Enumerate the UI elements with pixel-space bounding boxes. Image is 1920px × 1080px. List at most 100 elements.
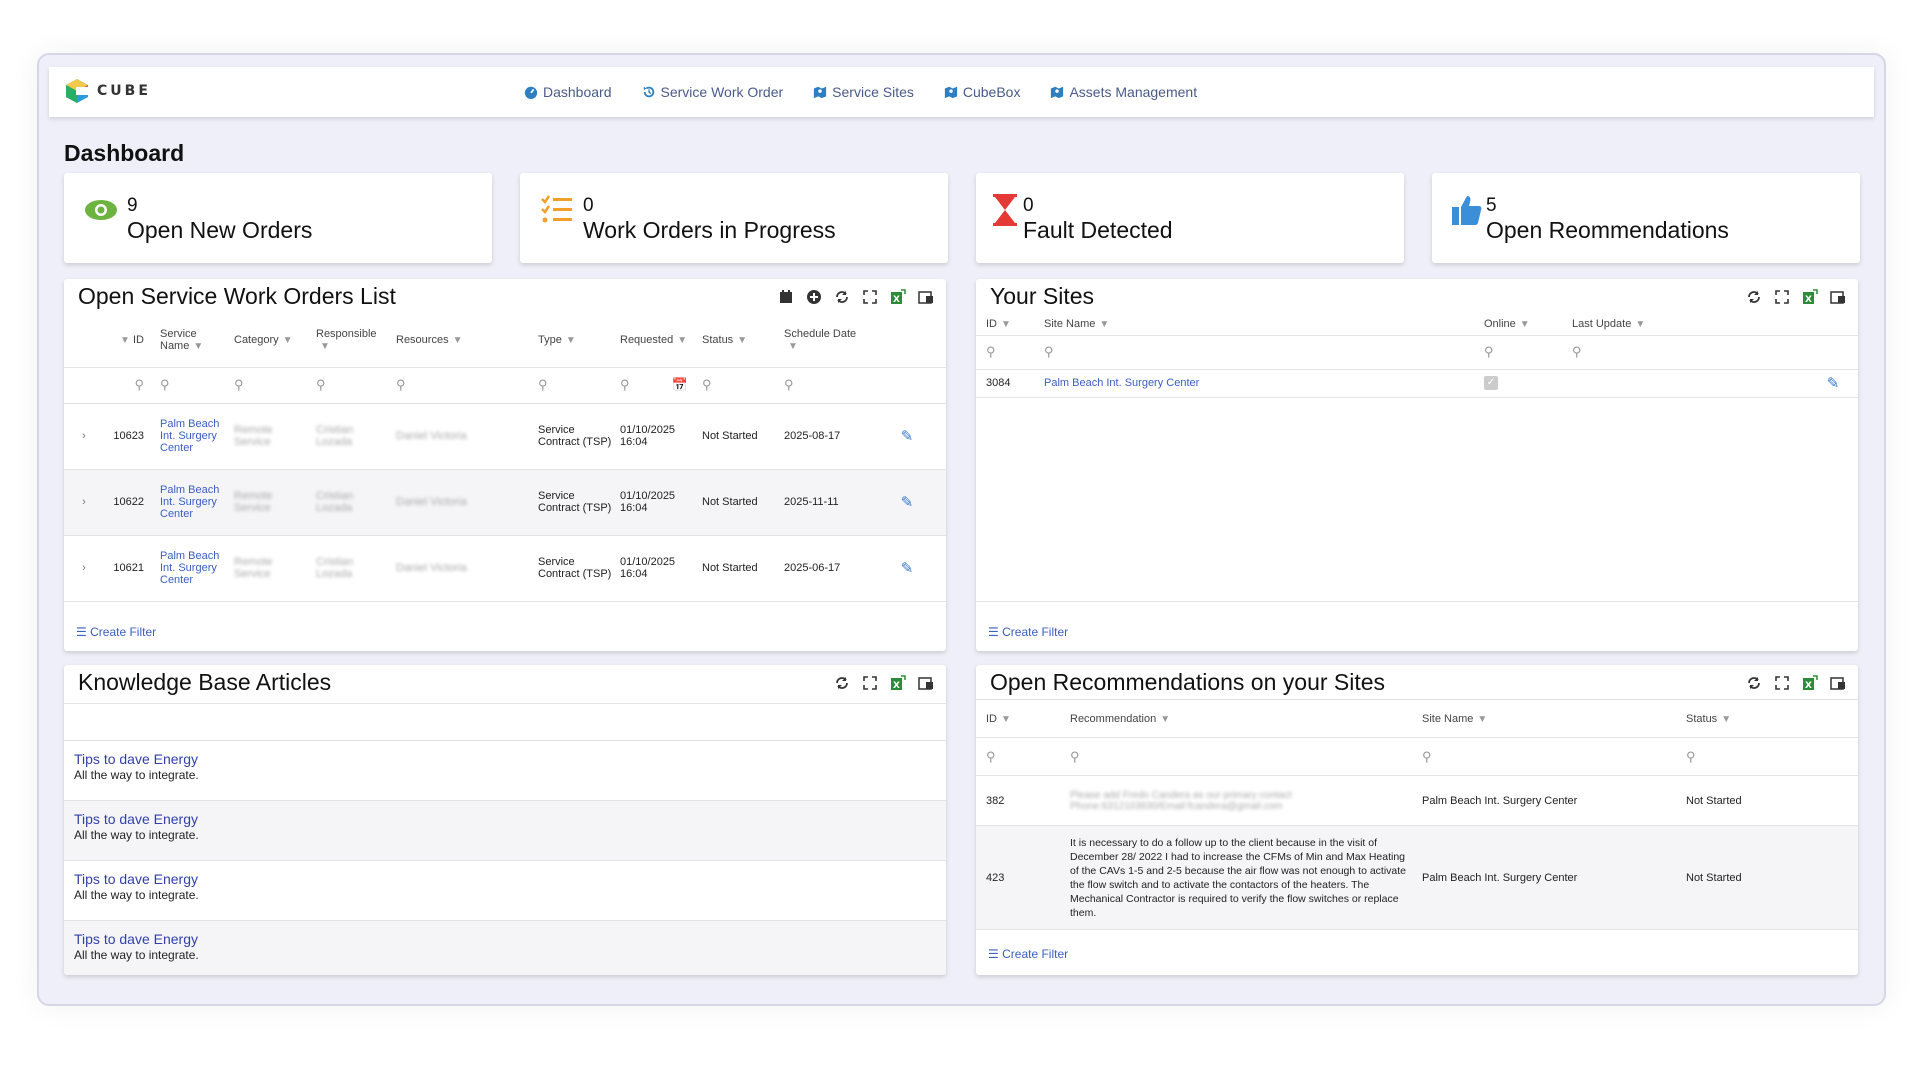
calendar-icon[interactable] — [778, 289, 794, 305]
list-item[interactable]: Tips to dave Energy All the way to integ… — [64, 920, 946, 975]
nav-service-work-order[interactable]: Service Work Order — [642, 84, 783, 100]
col-header-id[interactable]: ▼ ID — [104, 313, 144, 367]
cell-site-name[interactable]: Palm Beach Int. Surgery Center — [1036, 369, 1476, 397]
col-header-responsible[interactable]: Responsible▼ — [308, 313, 388, 367]
col-header-status[interactable]: Status ▼ — [1678, 700, 1858, 738]
search-icon[interactable]: ⚲ — [1476, 335, 1564, 369]
card-fault-detected[interactable]: 0 Fault Detected — [976, 173, 1404, 263]
article-title[interactable]: Tips to dave Energy — [74, 871, 198, 887]
article-title[interactable]: Tips to dave Energy — [74, 751, 198, 767]
card-open-recommendations[interactable]: 5 Open Reommendations — [1432, 173, 1860, 263]
cell-service-name[interactable]: Palm Beach Int. Surgery Center — [144, 469, 226, 535]
search-icon[interactable]: ⚲ — [104, 367, 144, 403]
cell-service-name[interactable]: Palm Beach Int. Surgery Center — [144, 535, 226, 601]
col-header-resources[interactable]: Resources ▼ — [388, 313, 530, 367]
search-icon[interactable]: ⚲ — [226, 367, 308, 403]
edit-icon[interactable]: ✎ — [868, 403, 946, 469]
col-header-online[interactable]: Online ▼ — [1476, 313, 1564, 335]
search-icon[interactable]: ⚲ — [1062, 738, 1414, 776]
table-row[interactable]: 3084 Palm Beach Int. Surgery Center ✓ ✎ — [976, 369, 1858, 397]
col-header-recommendation[interactable]: Recommendation ▼ — [1062, 700, 1414, 738]
expand-chevron-icon[interactable]: › — [64, 403, 104, 469]
create-filter-button[interactable]: ☰ Create Filter — [988, 625, 1068, 639]
column-chooser-icon[interactable] — [1830, 289, 1846, 305]
table-row[interactable]: › 10622 Palm Beach Int. Surgery Center R… — [64, 469, 946, 535]
col-header-id[interactable]: ID ▼ — [976, 700, 1062, 738]
search-icon[interactable]: ⚲ — [530, 367, 612, 403]
column-chooser-icon[interactable] — [1830, 675, 1846, 691]
table-row[interactable]: › 10623 Palm Beach Int. Surgery Center R… — [64, 403, 946, 469]
article-title[interactable]: Tips to dave Energy — [74, 811, 198, 827]
edit-icon[interactable]: ✎ — [868, 469, 946, 535]
refresh-icon[interactable] — [1746, 675, 1762, 691]
nav-cubebox[interactable]: CubeBox — [944, 84, 1020, 100]
search-icon[interactable]: ⚲ — [1414, 738, 1678, 776]
card-work-orders-in-progress[interactable]: 0 Work Orders in Progress — [520, 173, 948, 263]
excel-export-icon[interactable]: X — [1802, 675, 1818, 691]
expand-chevron-icon[interactable]: › — [64, 469, 104, 535]
nav-service-sites[interactable]: Service Sites — [813, 84, 914, 100]
table-row[interactable]: 423 It is necessary to do a follow up to… — [976, 825, 1858, 930]
refresh-icon[interactable] — [834, 289, 850, 305]
calendar-icon[interactable]: 📅 — [672, 377, 688, 392]
list-item[interactable]: Tips to dave Energy All the way to integ… — [64, 860, 946, 920]
col-header-site-name[interactable]: Site Name ▼ — [1414, 700, 1678, 738]
list-item[interactable]: Tips to dave Energy All the way to integ… — [64, 740, 946, 800]
table-row[interactable]: 382 Please add Fredo Candera as our prim… — [976, 776, 1858, 826]
column-chooser-icon[interactable] — [918, 289, 934, 305]
search-icon[interactable]: ⚲ — [1678, 738, 1858, 776]
create-filter-button[interactable]: ☰ Create Filter — [76, 625, 156, 639]
cell-type: Service Contract (TSP) — [538, 424, 612, 448]
col-header-requested[interactable]: Requested ▼ — [612, 313, 694, 367]
create-filter-button[interactable]: ☰ Create Filter — [988, 947, 1068, 961]
col-header-schedule-date[interactable]: Schedule Date▼ — [776, 313, 868, 367]
fullscreen-icon[interactable] — [862, 675, 878, 691]
search-icon[interactable]: ⚲ — [976, 738, 1062, 776]
col-header-category[interactable]: Category ▼ — [226, 313, 308, 367]
table-row[interactable]: › 10621 Palm Beach Int. Surgery Center R… — [64, 535, 946, 601]
search-icon[interactable]: ⚲ — [1564, 335, 1808, 369]
search-icon[interactable]: ⚲ — [694, 367, 776, 403]
col-header-service-name[interactable]: Service Name ▼ — [144, 313, 226, 367]
fullscreen-icon[interactable] — [1774, 675, 1790, 691]
column-chooser-icon[interactable] — [918, 675, 934, 691]
nav-label: Dashboard — [543, 84, 612, 100]
search-icon[interactable]: ⚲ — [776, 367, 868, 403]
card-open-new-orders[interactable]: 9 Open New Orders — [64, 173, 492, 263]
search-icon[interactable]: ⚲ — [1036, 335, 1476, 369]
add-circle-icon[interactable] — [806, 289, 822, 305]
search-icon[interactable]: ⚲ — [388, 367, 530, 403]
cell-category: Remote Service — [234, 490, 273, 514]
edit-icon[interactable]: ✎ — [868, 535, 946, 601]
col-header-status[interactable]: Status ▼ — [694, 313, 776, 367]
refresh-icon[interactable] — [1746, 289, 1762, 305]
filter-row: ⚲ ⚲ ⚲ ⚲ ⚲ ⚲ ⚲ 📅 ⚲ ⚲ — [64, 367, 946, 403]
article-description: All the way to integrate. — [74, 948, 199, 962]
list-item[interactable]: Tips to dave Energy All the way to integ… — [64, 800, 946, 860]
search-icon[interactable]: ⚲ — [144, 367, 226, 403]
col-header-id[interactable]: ID ▼ — [976, 313, 1036, 335]
search-icon[interactable]: ⚲ — [308, 367, 388, 403]
date-filter-cell[interactable]: ⚲ 📅 — [612, 367, 694, 403]
excel-export-icon[interactable]: X — [1802, 289, 1818, 305]
fullscreen-icon[interactable] — [1774, 289, 1790, 305]
nav-assets-management[interactable]: Assets Management — [1050, 84, 1197, 100]
nav-dashboard[interactable]: Dashboard — [524, 84, 612, 100]
excel-export-icon[interactable]: X — [890, 675, 906, 691]
col-header-last-update[interactable]: Last Update ▼ — [1564, 313, 1808, 335]
col-header-type[interactable]: Type ▼ — [530, 313, 612, 367]
refresh-icon[interactable] — [834, 675, 850, 691]
cell-id: 10622 — [113, 496, 144, 508]
nav-label: Assets Management — [1069, 84, 1198, 100]
expand-chevron-icon[interactable]: › — [64, 535, 104, 601]
edit-icon[interactable]: ✎ — [1808, 369, 1858, 397]
excel-export-icon[interactable]: X — [890, 289, 906, 305]
cell-service-name[interactable]: Palm Beach Int. Surgery Center — [144, 403, 226, 469]
brand-logo[interactable]: CUBE — [63, 77, 151, 105]
search-icon[interactable]: ⚲ — [976, 335, 1036, 369]
article-title[interactable]: Tips to dave Energy — [74, 931, 198, 947]
cell-resources: Daniel Victoria — [396, 496, 467, 508]
fullscreen-icon[interactable] — [862, 289, 878, 305]
divider — [64, 703, 946, 704]
col-header-site-name[interactable]: Site Name ▼ — [1036, 313, 1476, 335]
